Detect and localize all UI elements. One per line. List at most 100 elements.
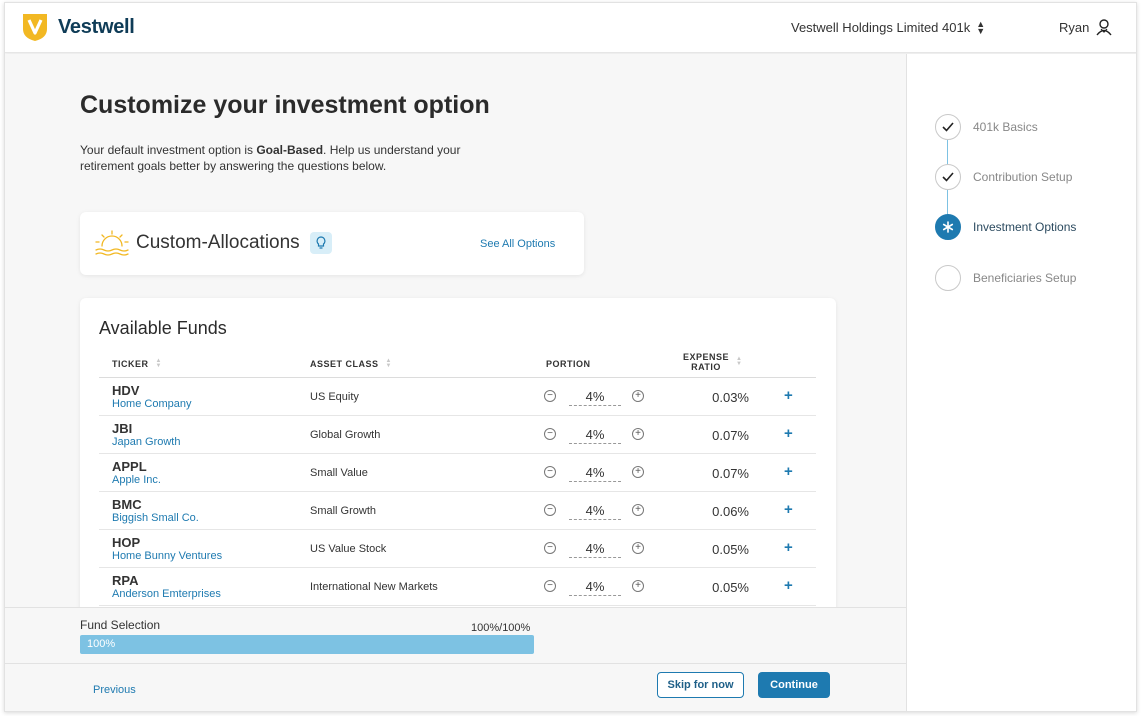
table-row: BMC Biggish Small Co. Small Growth − 4% … xyxy=(99,492,816,530)
app-window: Vestwell Vestwell Holdings Limited 401k … xyxy=(4,2,1137,712)
asset-class: Small Value xyxy=(310,467,368,479)
user-icon xyxy=(1096,19,1112,36)
portion-input[interactable]: 4% xyxy=(569,541,621,558)
decrease-portion-icon[interactable]: − xyxy=(544,428,556,440)
step-contribution-setup[interactable]: Contribution Setup xyxy=(935,164,1072,190)
table-row: HOP Home Bunny Ventures US Value Stock −… xyxy=(99,530,816,568)
sort-icon: ▲ ▼ xyxy=(155,358,162,369)
sort-icon: ▲ ▼ xyxy=(385,358,392,369)
fund-selection-total: 100%/100% xyxy=(471,622,531,634)
add-fund-icon[interactable]: + xyxy=(784,425,793,442)
portion-input[interactable]: 4% xyxy=(569,427,621,444)
previous-link[interactable]: Previous xyxy=(93,684,136,696)
asset-class: Small Growth xyxy=(310,505,377,517)
checkmark-icon xyxy=(935,164,961,190)
default-option: Goal-Based xyxy=(256,143,324,157)
step-connector xyxy=(947,190,948,216)
decrease-portion-icon[interactable]: − xyxy=(544,542,556,554)
decrease-portion-icon[interactable]: − xyxy=(544,466,556,478)
vestwell-logo[interactable]: Vestwell xyxy=(22,12,135,42)
ticker-column-header[interactable]: TICKER ▲ ▼ xyxy=(112,358,162,369)
allocation-card: Custom-Allocations See All Options xyxy=(80,212,584,275)
progress-fill: 100% xyxy=(80,635,534,654)
asset-class: US Equity xyxy=(310,391,359,403)
fund-name-link[interactable]: Home Bunny Ventures xyxy=(112,550,222,562)
add-fund-icon[interactable]: + xyxy=(784,463,793,480)
table-row: RPA Anderson Emterprises International N… xyxy=(99,568,816,606)
skip-for-now-button[interactable]: Skip for now xyxy=(657,672,744,698)
decrease-portion-icon[interactable]: − xyxy=(544,390,556,402)
fund-name-link[interactable]: Anderson Emterprises xyxy=(112,588,221,600)
ticker: BMC xyxy=(112,497,142,512)
see-all-options-link[interactable]: See All Options xyxy=(480,238,555,250)
main-content: Customize your investment option Your de… xyxy=(5,54,906,711)
table-row: HDV Home Company US Equity − 4% + 0.03% … xyxy=(99,378,816,416)
expense-ratio: 0.03% xyxy=(712,390,749,405)
step-label: Contribution Setup xyxy=(973,170,1073,184)
add-fund-icon[interactable]: + xyxy=(784,577,793,594)
step-label: Investment Options xyxy=(973,220,1077,234)
lightbulb-icon[interactable] xyxy=(310,232,332,254)
company-selector[interactable]: Vestwell Holdings Limited 401k ▲ ▼ xyxy=(791,18,986,36)
step-label: 401k Basics xyxy=(973,120,1038,134)
table-header: TICKER ▲ ▼ ASSET CLASS ▲ ▼ PORTION EXPENSE… xyxy=(99,350,816,378)
ticker: RPA xyxy=(112,573,139,588)
increase-portion-icon[interactable]: + xyxy=(632,428,644,440)
fund-name-link[interactable]: Home Company xyxy=(112,398,191,410)
user-menu[interactable]: Ryan xyxy=(1059,18,1113,36)
sort-caret-icon: ▲ ▼ xyxy=(976,18,986,36)
expense-ratio: 0.06% xyxy=(712,504,749,519)
add-fund-icon[interactable]: + xyxy=(784,387,793,404)
expense-ratio: 0.05% xyxy=(712,580,749,595)
add-fund-icon[interactable]: + xyxy=(784,539,793,556)
sunrise-icon xyxy=(95,230,129,256)
progress-stepper: 401k Basics Contribution Setup Investmen… xyxy=(906,54,1136,711)
allocation-title: Custom-Allocations xyxy=(136,232,300,253)
fund-name-link[interactable]: Biggish Small Co. xyxy=(112,512,199,524)
page-title: Customize your investment option xyxy=(80,91,490,119)
company-name: Vestwell Holdings Limited 401k xyxy=(791,20,971,35)
funds-table-body: HDV Home Company US Equity − 4% + 0.03% … xyxy=(99,378,816,606)
step-investment-options[interactable]: Investment Options xyxy=(935,214,1076,240)
asset-class: US Value Stock xyxy=(310,543,387,555)
increase-portion-icon[interactable]: + xyxy=(632,466,644,478)
bottom-bar: Fund Selection 100%/100% 100% Previous S… xyxy=(5,607,906,711)
expense-ratio: 0.07% xyxy=(712,428,749,443)
ticker: HDV xyxy=(112,383,140,398)
fund-name-link[interactable]: Japan Growth xyxy=(112,436,180,448)
asterisk-icon xyxy=(935,214,961,240)
divider xyxy=(5,663,906,664)
ticker: APPL xyxy=(112,459,147,474)
portion-input[interactable]: 4% xyxy=(569,503,621,520)
funds-title: Available Funds xyxy=(99,318,227,338)
step-connector xyxy=(947,140,948,166)
step-beneficiaries-setup[interactable]: Beneficiaries Setup xyxy=(935,265,1076,291)
asset-class-column-header[interactable]: ASSET CLASS ▲ ▼ xyxy=(310,358,392,369)
fund-selection-progress-bar: 100% xyxy=(80,635,534,654)
continue-button[interactable]: Continue xyxy=(758,672,830,698)
shield-logo-icon xyxy=(23,14,47,41)
ticker: JBI xyxy=(112,421,133,436)
increase-portion-icon[interactable]: + xyxy=(632,390,644,402)
checkmark-icon xyxy=(935,114,961,140)
table-row: APPL Apple Inc. Small Value − 4% + 0.07%… xyxy=(99,454,816,492)
portion-input[interactable]: 4% xyxy=(569,579,621,596)
ticker: HOP xyxy=(112,535,141,550)
decrease-portion-icon[interactable]: − xyxy=(544,504,556,516)
portion-input[interactable]: 4% xyxy=(569,389,621,406)
fund-name-link[interactable]: Apple Inc. xyxy=(112,474,161,486)
expense-ratio: 0.05% xyxy=(712,542,749,557)
portion-input[interactable]: 4% xyxy=(569,465,621,482)
add-fund-icon[interactable]: + xyxy=(784,501,793,518)
step-401k-basics[interactable]: 401k Basics xyxy=(935,114,1038,140)
fund-selection-label: Fund Selection xyxy=(80,618,161,632)
user-name: Ryan xyxy=(1059,19,1090,35)
step-label: Beneficiaries Setup xyxy=(973,271,1077,285)
increase-portion-icon[interactable]: + xyxy=(632,542,644,554)
asset-class: Global Growth xyxy=(310,429,381,441)
increase-portion-icon[interactable]: + xyxy=(632,504,644,516)
expense-ratio-column-header[interactable]: EXPENSE RATIO ▲ ▼ xyxy=(683,352,742,372)
increase-portion-icon[interactable]: + xyxy=(632,580,644,592)
expense-ratio: 0.07% xyxy=(712,466,749,481)
decrease-portion-icon[interactable]: − xyxy=(544,580,556,592)
